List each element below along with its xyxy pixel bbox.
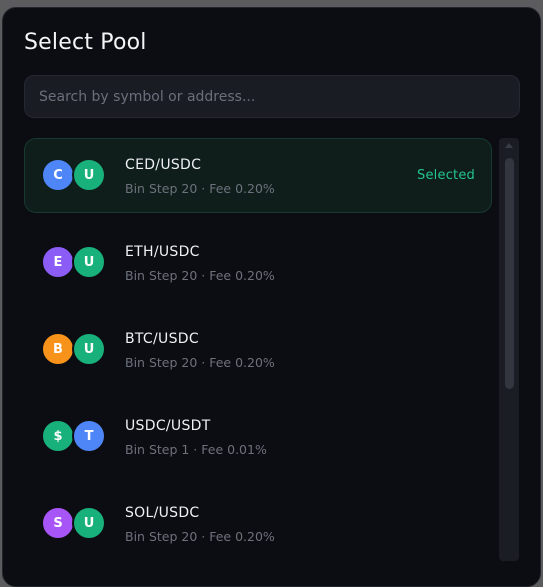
token-pair-icons: B U bbox=[41, 332, 109, 368]
usdc-token-icon: $ bbox=[41, 419, 75, 453]
pool-list: C U CED/USDC Bin Step 20 · Fee 0.20% Sel… bbox=[24, 138, 492, 573]
usdc-token-icon: U bbox=[72, 332, 106, 366]
usdc-token-icon: U bbox=[72, 158, 106, 192]
pool-name: BTC/USDC bbox=[125, 331, 199, 347]
pool-name: USDC/USDT bbox=[125, 418, 211, 434]
pool-meta: Bin Step 20 · Fee 0.20% bbox=[125, 529, 275, 544]
search-input[interactable] bbox=[24, 75, 520, 118]
pool-name: ETH/USDC bbox=[125, 244, 200, 260]
pool-item-usdc-usdt[interactable]: $ T USDC/USDT Bin Step 1 · Fee 0.01% bbox=[24, 399, 492, 474]
selected-badge: Selected bbox=[417, 168, 475, 183]
pool-meta: Bin Step 20 · Fee 0.20% bbox=[125, 355, 275, 370]
pool-item-sol-usdc[interactable]: S U SOL/USDC Bin Step 20 · Fee 0.20% bbox=[24, 486, 492, 561]
eth-token-icon: E bbox=[41, 245, 75, 279]
usdc-token-icon: U bbox=[72, 506, 106, 540]
pool-meta: Bin Step 1 · Fee 0.01% bbox=[125, 442, 267, 457]
token-pair-icons: $ T bbox=[41, 419, 109, 455]
modal-title: Select Pool bbox=[24, 30, 147, 55]
usdc-token-icon: U bbox=[72, 245, 106, 279]
pool-item-eth-usdc[interactable]: E U ETH/USDC Bin Step 20 · Fee 0.20% bbox=[24, 225, 492, 300]
token-pair-icons: E U bbox=[41, 245, 109, 281]
pool-item-btc-usdc[interactable]: B U BTC/USDC Bin Step 20 · Fee 0.20% bbox=[24, 312, 492, 387]
scroll-up-arrow-icon[interactable] bbox=[505, 143, 513, 148]
ced-token-icon: C bbox=[41, 158, 75, 192]
select-pool-modal: Select Pool C U CED/USDC Bin Step 20 · F… bbox=[2, 7, 541, 587]
scrollbar-thumb[interactable] bbox=[505, 158, 514, 389]
pool-item-ced-usdc[interactable]: C U CED/USDC Bin Step 20 · Fee 0.20% Sel… bbox=[24, 138, 492, 213]
token-pair-icons: S U bbox=[41, 506, 109, 542]
btc-token-icon: B bbox=[41, 332, 75, 366]
pool-meta: Bin Step 20 · Fee 0.20% bbox=[125, 181, 275, 196]
token-pair-icons: C U bbox=[41, 158, 109, 194]
pool-name: SOL/USDC bbox=[125, 505, 200, 521]
pool-name: CED/USDC bbox=[125, 157, 202, 173]
usdt-token-icon: T bbox=[72, 419, 106, 453]
sol-token-icon: S bbox=[41, 506, 75, 540]
pool-meta: Bin Step 20 · Fee 0.20% bbox=[125, 268, 275, 283]
scrollbar-track[interactable] bbox=[499, 138, 519, 561]
